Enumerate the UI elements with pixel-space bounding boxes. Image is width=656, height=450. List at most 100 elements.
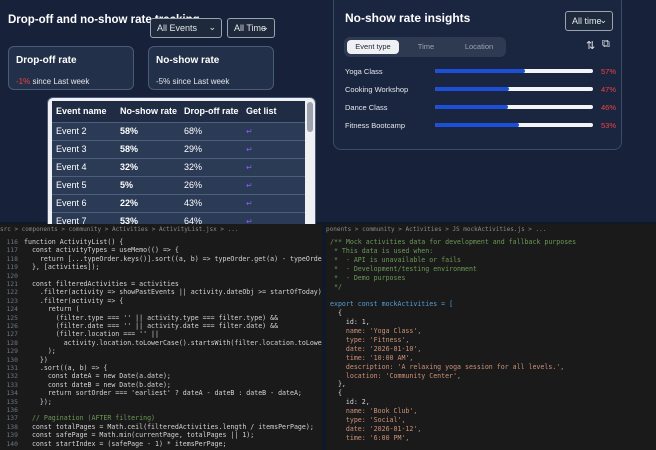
dropoff-suffix: since Last week (30, 77, 90, 86)
chevron-down-icon: ⌄ (261, 22, 269, 32)
code-line: const filteredActivities = activities (24, 280, 179, 288)
insights-time-value: All time (572, 16, 602, 26)
code-line: (filter.type === '' || activity.type ===… (24, 313, 279, 322)
code-line: name: 'Yoga Class', (330, 327, 422, 335)
col-noshow-rate: No-show rate (116, 101, 180, 122)
event-filter-select[interactable]: All Events ⌄ (150, 18, 222, 38)
dropoff-card: Drop-off rate -1% since Last week (8, 46, 134, 90)
get-list-icon[interactable]: ↵ (242, 193, 305, 212)
noshow-card: No-show rate -5% since Last week (148, 46, 274, 90)
line-number: 117 (6, 246, 18, 255)
chevron-down-icon: ⌄ (208, 22, 216, 32)
insight-percent: 57% (601, 67, 617, 76)
line-number: 121 (6, 280, 18, 288)
code-line: { (330, 389, 342, 398)
event-name: Event 5 (52, 175, 116, 194)
get-list-icon[interactable]: ↵ (242, 121, 305, 140)
code-line: .filter(activity => { (24, 296, 124, 305)
code-line: // Pagination (AFTER filtering) (24, 414, 156, 423)
get-list-icon[interactable]: ↵ (242, 139, 305, 158)
insights-time-select[interactable]: All time ⌄ (565, 11, 613, 31)
line-number: 140 (6, 439, 18, 448)
dropoff-rate: 43% (180, 193, 242, 212)
line-number: 139 (6, 431, 18, 440)
external-link-icon[interactable]: ⧉ (602, 38, 610, 51)
insight-percent: 46% (601, 103, 617, 112)
code-line: (filter.location === '' || (24, 330, 159, 339)
insight-bar (435, 105, 593, 109)
noshow-rate: 22% (116, 193, 180, 212)
event-name: Event 4 (52, 157, 116, 176)
code-line: */ (330, 282, 342, 291)
tab-location[interactable]: Location (454, 40, 504, 54)
code-line: .sort((a, b) => { (24, 364, 108, 372)
dropoff-rate: 29% (180, 139, 242, 158)
table-row: Event 6 22% 43% ↵ (52, 193, 305, 212)
line-number: 131 (6, 364, 18, 372)
insight-bar-fill (435, 123, 519, 127)
code-line: id: 1, (330, 318, 370, 327)
noshow-rate: 32% (116, 157, 180, 176)
line-number: 132 (6, 372, 18, 381)
time-filter-select[interactable]: All Time ⌄ (227, 18, 275, 38)
insight-bar (435, 123, 593, 127)
table-header-row: Event name No-show rate Drop-off rate Ge… (52, 101, 305, 122)
insights-panel: No-show rate insights All time ⌄ Event t… (333, 0, 622, 150)
line-number: 124 (6, 305, 18, 314)
get-list-icon[interactable]: ↵ (242, 157, 305, 176)
sort-arrows-icon[interactable]: ⇅ (586, 39, 595, 52)
line-number: 126 (6, 322, 18, 330)
table-scrollbar[interactable] (307, 102, 313, 132)
code-line: * - Demo purposes (330, 273, 406, 282)
insight-bar-fill (435, 105, 508, 109)
tab-time[interactable]: Time (402, 40, 450, 54)
event-name: Event 6 (52, 193, 116, 212)
code-line: return sortOrder === 'earliest' ? dateA … (24, 389, 302, 398)
dropoff-rate: 26% (180, 175, 242, 194)
dropoff-rate: 68% (180, 121, 242, 140)
insight-bar-fill (435, 87, 510, 91)
code-line: .filter(activity => showPastEvents || ac… (24, 288, 322, 297)
insight-bar (435, 87, 593, 91)
table-row: Event 5 5% 26% ↵ (52, 175, 305, 194)
insight-label: Yoga Class (345, 67, 383, 76)
dropoff-title: Drop-off rate (16, 55, 77, 66)
noshow-rate: 58% (116, 121, 180, 140)
table-row: Event 2 58% 68% ↵ (52, 121, 305, 140)
col-dropoff-rate: Drop-off rate (180, 101, 242, 122)
events-table-container[interactable]: Event name No-show rate Drop-off rate Ge… (47, 97, 316, 232)
code-editor-right[interactable]: ponents > community > Activities > JS mo… (326, 224, 656, 450)
code-line: * - Development/testing environment (330, 264, 477, 273)
code-line: const dateA = new Date(a.date); (24, 372, 171, 381)
breadcrumb: ponents > community > Activities > JS mo… (326, 226, 547, 233)
line-number: 128 (6, 338, 18, 347)
line-number: 122 (6, 288, 18, 297)
table-row: Event 4 32% 32% ↵ (52, 157, 305, 176)
insights-title: No-show rate insights (345, 11, 471, 25)
get-list-icon[interactable]: ↵ (242, 175, 305, 194)
code-line: }) (24, 355, 48, 364)
line-number: 127 (6, 330, 18, 339)
line-number: 135 (6, 397, 18, 406)
code-line: ); (24, 347, 56, 356)
tab-event-type[interactable]: Event type (347, 40, 399, 54)
code-line: function ActivityList() { (24, 238, 124, 246)
code-line: const startIndex = (safePage - 1) * item… (24, 439, 227, 448)
code-line: return ( (24, 305, 80, 314)
code-line: const dateB = new Date(b.date); (24, 380, 171, 389)
code-line: id: 2, (330, 398, 370, 407)
code-line: date: '2026-01-12', (330, 424, 422, 433)
line-number: 125 (6, 313, 18, 322)
code-line: time: '10:00 AM', (330, 353, 414, 362)
dropoff-rate: 32% (180, 157, 242, 176)
dropoff-value: -1% (16, 77, 31, 86)
code-line: const totalPages = Math.ceil(filteredAct… (24, 422, 314, 431)
dashboard-area: Drop-off and no-show rate tracking All E… (0, 0, 656, 232)
insight-bar (435, 69, 593, 73)
noshow-title: No-show rate (156, 55, 220, 66)
code-line: description: 'A relaxing yoga session fo… (330, 362, 565, 371)
line-number: 129 (6, 347, 18, 356)
line-number: 137 (6, 414, 18, 423)
code-editor-left[interactable]: src > components > community > Activitie… (0, 224, 322, 450)
line-number: 120 (6, 271, 18, 280)
